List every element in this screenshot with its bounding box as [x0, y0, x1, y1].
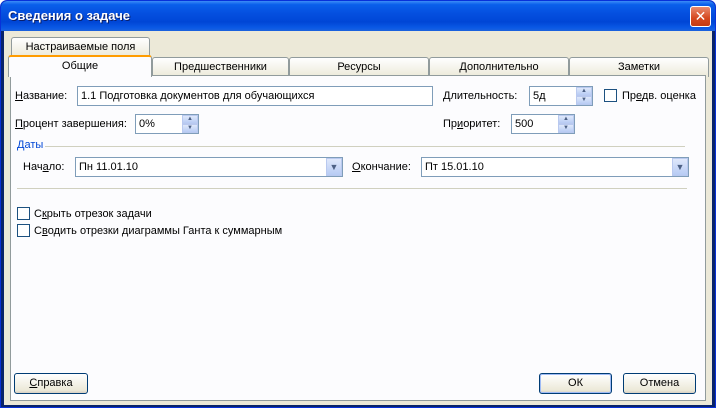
percent-spin-buttons[interactable]: ▲ ▼ — [182, 115, 198, 133]
priority-spinner[interactable]: 500 ▲ ▼ — [511, 114, 575, 134]
spin-up-icon[interactable]: ▲ — [576, 87, 592, 96]
help-button[interactable]: Справка — [14, 373, 88, 394]
chevron-down-icon[interactable]: ▼ — [326, 158, 342, 176]
section-divider — [17, 188, 687, 189]
spin-up-icon[interactable]: ▲ — [558, 115, 574, 124]
tab-label: Ресурсы — [337, 61, 381, 73]
tab-notes[interactable]: Заметки — [569, 57, 709, 77]
estimate-checkbox[interactable] — [604, 89, 617, 102]
percent-value: 0% — [139, 118, 155, 130]
finish-date-combo[interactable]: Пт 15.01.10 ▼ — [421, 157, 689, 177]
name-input[interactable]: 1.1 Подготовка документов для обучающихс… — [77, 86, 433, 106]
tab-panel-general: Название: 1.1 Подготовка документов для … — [10, 75, 706, 401]
priority-value: 500 — [515, 118, 534, 130]
duration-spinner[interactable]: 5д ▲ ▼ — [529, 86, 593, 106]
spin-down-icon[interactable]: ▼ — [182, 124, 198, 133]
percent-spinner[interactable]: 0% ▲ ▼ — [135, 114, 199, 134]
dates-group-divider — [45, 146, 685, 147]
finish-date-value: Пт 15.01.10 — [425, 161, 484, 173]
rollup-label: Сводить отрезки диаграммы Ганта к суммар… — [34, 225, 283, 237]
cancel-button[interactable]: Отмена — [623, 373, 696, 394]
estimate-label: Предв. оценка — [622, 90, 696, 102]
name-value: 1.1 Подготовка документов для обучающихс… — [81, 90, 315, 102]
start-label: Начало: — [23, 161, 65, 173]
window-title: Сведения о задаче — [8, 8, 130, 23]
duration-spin-buttons[interactable]: ▲ ▼ — [576, 87, 592, 105]
tab-custom-fields[interactable]: Настраиваемые поля — [11, 37, 150, 57]
tab-label: Общие — [61, 60, 99, 72]
dates-group-label: Даты — [17, 139, 44, 151]
tab-predecessors[interactable]: Предшественники — [152, 57, 289, 77]
duration-label: Длительность: — [443, 90, 518, 102]
rollup-checkbox[interactable] — [17, 224, 30, 237]
tab-resources[interactable]: Ресурсы — [289, 57, 429, 77]
finish-label: Окончание: — [352, 161, 411, 173]
tab-label: Настраиваемые поля — [25, 41, 136, 53]
priority-spin-buttons[interactable]: ▲ ▼ — [558, 115, 574, 133]
tab-advanced[interactable]: Дополнительно — [429, 57, 569, 77]
title-bar[interactable]: Сведения о задаче ✕ — [1, 1, 715, 31]
close-icon[interactable]: ✕ — [690, 6, 711, 27]
ok-button[interactable]: ОК — [539, 373, 612, 394]
name-label: Название: — [15, 90, 68, 102]
tab-general[interactable]: Общие — [8, 55, 152, 77]
hide-bar-label: Скрыть отрезок задачи — [34, 208, 152, 220]
tab-label: Предшественники — [174, 61, 267, 73]
percent-label: Процент завершения: — [15, 118, 127, 130]
chevron-down-icon[interactable]: ▼ — [672, 158, 688, 176]
duration-value: 5д — [533, 90, 546, 102]
tab-label: Дополнительно — [459, 61, 539, 73]
spin-up-icon[interactable]: ▲ — [182, 115, 198, 124]
start-date-combo[interactable]: Пн 11.01.10 ▼ — [75, 157, 343, 177]
dialog-body: Настраиваемые поля Общие Предшественники… — [4, 31, 712, 405]
task-info-dialog: Сведения о задаче ✕ Настраиваемые поля О… — [0, 0, 716, 408]
spin-down-icon[interactable]: ▼ — [576, 96, 592, 105]
tab-label: Заметки — [617, 61, 661, 73]
spin-down-icon[interactable]: ▼ — [558, 124, 574, 133]
priority-label: Приоритет: — [443, 118, 501, 130]
start-date-value: Пн 11.01.10 — [79, 161, 139, 173]
hide-bar-checkbox[interactable] — [17, 207, 30, 220]
